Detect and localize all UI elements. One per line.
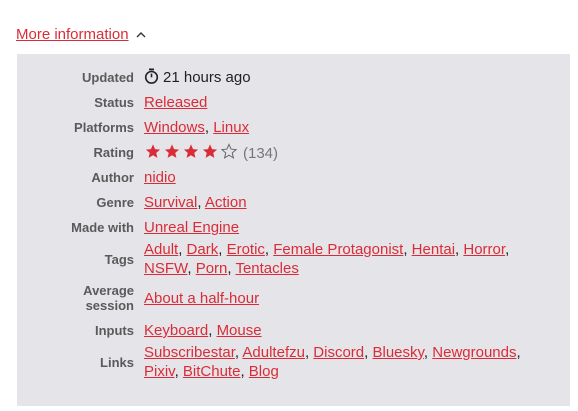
external-link[interactable]: Pixiv bbox=[144, 363, 175, 380]
tag-link[interactable]: Horror bbox=[463, 241, 505, 258]
external-link[interactable]: Blog bbox=[249, 363, 279, 380]
made-with-label: Made with bbox=[71, 220, 134, 235]
rating-stars[interactable] bbox=[144, 142, 239, 160]
external-link[interactable]: Adultefzu bbox=[242, 344, 305, 361]
star-filled-icon bbox=[164, 143, 180, 158]
platforms-label: Platforms bbox=[74, 120, 134, 135]
more-information-link[interactable]: More information bbox=[16, 25, 129, 45]
row-tags: Tags Adult, Dark, Erotic, Female Protago… bbox=[17, 240, 521, 278]
tag-link[interactable]: Dark bbox=[187, 241, 219, 258]
tags-label: Tags bbox=[104, 251, 134, 267]
rating-count[interactable]: (134) bbox=[243, 145, 278, 162]
inputs-label: Inputs bbox=[95, 323, 134, 338]
average-session-label-line1: Average bbox=[83, 283, 134, 298]
genre-link[interactable]: Survival bbox=[144, 194, 197, 211]
info-table: Updated 21 hours ago Status Released Pla… bbox=[17, 65, 521, 381]
external-link[interactable]: Bluesky bbox=[373, 344, 424, 361]
external-link[interactable]: Subscribestar bbox=[144, 344, 235, 361]
row-status: Status Released bbox=[17, 90, 521, 115]
external-link[interactable]: Discord bbox=[313, 344, 364, 361]
status-link[interactable]: Released bbox=[144, 94, 207, 111]
updated-label: Updated bbox=[82, 70, 134, 85]
updated-value: 21 hours ago bbox=[163, 69, 251, 86]
row-platforms: Platforms Windows, Linux bbox=[17, 115, 521, 140]
tag-link[interactable]: Adult bbox=[144, 241, 178, 258]
tag-link[interactable]: NSFW bbox=[144, 260, 187, 277]
more-information-toggle[interactable]: More information bbox=[16, 25, 147, 45]
row-inputs: Inputs Keyboard, Mouse bbox=[17, 318, 521, 343]
row-rating: Rating (134) bbox=[17, 140, 521, 165]
tag-link[interactable]: Tentacles bbox=[235, 260, 298, 277]
row-links: Links Subscribestar, Adultefzu, Discord,… bbox=[17, 343, 521, 381]
row-author: Author nidio bbox=[17, 165, 521, 190]
input-link[interactable]: Keyboard bbox=[144, 322, 208, 339]
star-empty-icon bbox=[220, 142, 238, 159]
average-session-label-line2: session bbox=[85, 298, 134, 313]
row-genre: Genre Survival, Action bbox=[17, 190, 521, 215]
star-filled-icon bbox=[202, 143, 218, 158]
star-filled-icon bbox=[145, 143, 161, 158]
author-label: Author bbox=[91, 170, 134, 185]
links-label: Links bbox=[100, 354, 134, 370]
genre-label: Genre bbox=[96, 195, 134, 210]
info-panel: Updated 21 hours ago Status Released Pla… bbox=[17, 54, 570, 406]
platform-link[interactable]: Linux bbox=[213, 119, 249, 136]
author-link[interactable]: nidio bbox=[144, 169, 176, 186]
genre-link[interactable]: Action bbox=[205, 194, 247, 211]
external-link[interactable]: Newgrounds bbox=[432, 344, 516, 361]
rating-label: Rating bbox=[93, 145, 134, 160]
row-made-with: Made with Unreal Engine bbox=[17, 215, 521, 240]
tag-link[interactable]: Female Protagonist bbox=[273, 241, 403, 258]
average-session-link[interactable]: About a half-hour bbox=[144, 290, 259, 307]
star-filled-icon bbox=[183, 143, 199, 158]
stopwatch-icon bbox=[144, 68, 159, 84]
row-average-session: Average session About a half-hour bbox=[17, 278, 521, 318]
tag-link[interactable]: Porn bbox=[196, 260, 228, 277]
row-updated: Updated 21 hours ago bbox=[17, 65, 521, 90]
tag-link[interactable]: Hentai bbox=[412, 241, 455, 258]
status-label: Status bbox=[94, 95, 134, 110]
external-link[interactable]: BitChute bbox=[183, 363, 241, 380]
chevron-up-icon[interactable] bbox=[135, 29, 147, 41]
made-with-link[interactable]: Unreal Engine bbox=[144, 219, 239, 236]
platform-link[interactable]: Windows bbox=[144, 119, 205, 136]
input-link[interactable]: Mouse bbox=[217, 322, 262, 339]
tag-link[interactable]: Erotic bbox=[227, 241, 265, 258]
